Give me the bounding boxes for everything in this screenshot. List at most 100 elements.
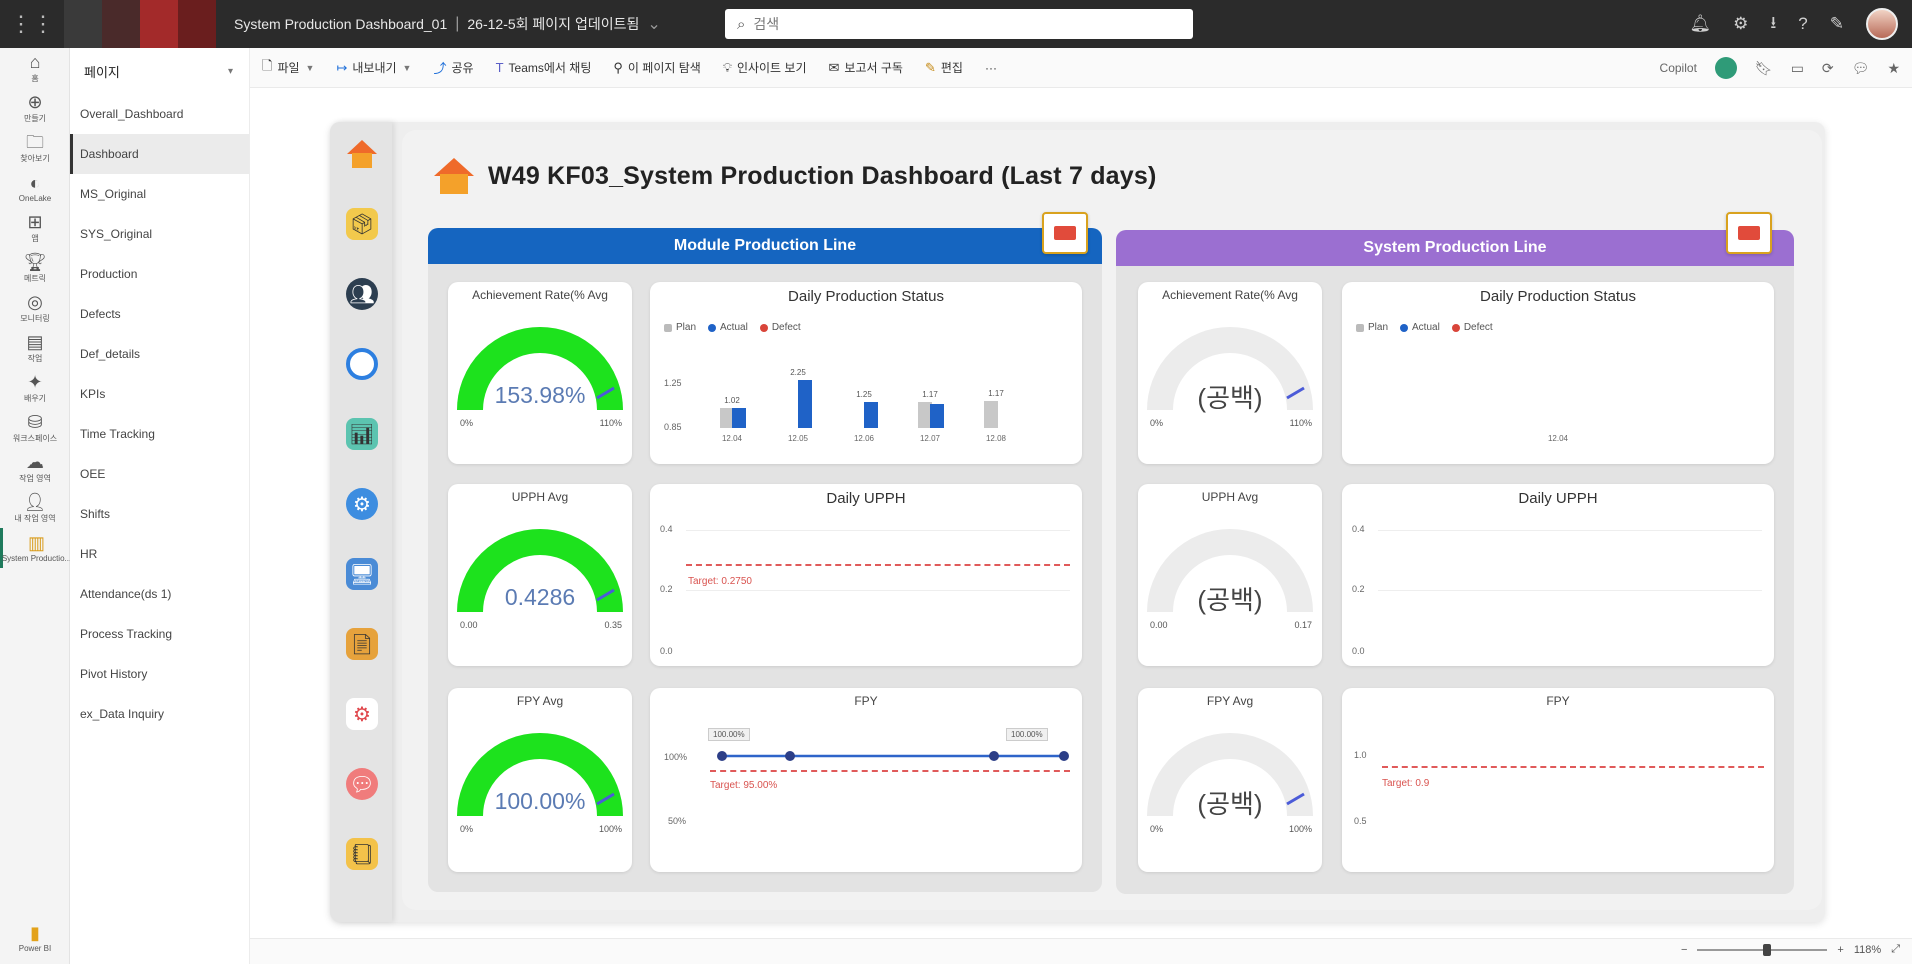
subscribe-button[interactable]: ✉ 보고서 구독 [829,59,903,76]
view-icon[interactable]: ▭ [1791,60,1804,77]
export-menu[interactable]: ↦ 내보내기 ▼ [336,59,411,76]
page-tab[interactable]: Defects [70,294,249,334]
module-calendar-icon[interactable] [1042,212,1088,254]
actual-bar[interactable] [732,408,746,428]
page-tab[interactable]: Production [70,254,249,294]
actual-bar[interactable] [798,379,812,428]
rail-item-home[interactable]: ⌂ 홈 [0,48,70,88]
edit-button[interactable]: ✎ 편집 [925,59,963,76]
page-tab[interactable]: Overall_Dashboard [70,94,249,134]
rail-item-monitor[interactable]: ◎ 모니터링 [0,288,70,328]
rail-item-learn[interactable]: ✦ 배우기 [0,368,70,408]
rail-item-workspace[interactable]: ⛁ 워크스페이스 [0,408,70,448]
home-nav-icon[interactable] [346,138,378,170]
bookmark-icon[interactable]: 🔖︎ [1755,60,1773,77]
page-tab[interactable]: Attendance(ds 1) [70,574,249,614]
module-daily-status-card[interactable]: Daily Production Status Plan Actual Defe… [650,282,1082,464]
page-tab[interactable]: SYS_Original [70,214,249,254]
tab-block[interactable] [64,0,102,48]
page-tab[interactable]: ex_Data Inquiry [70,694,249,734]
gear-nav-icon[interactable]: ⚙ [346,488,378,520]
report-title[interactable]: System Production Dashboard_01 [234,16,447,32]
chevron-down-icon: ▼ [402,62,412,73]
powerbi-switcher[interactable]: ▮ Power BI [0,918,70,958]
help-icon[interactable]: ? [1798,14,1807,34]
copilot-button[interactable]: Copilot [1660,61,1697,75]
tab-block[interactable] [178,0,216,48]
zoom-level[interactable]: 118% [1854,944,1881,956]
monitor-nav-icon[interactable]: 🖥︎ [346,558,378,590]
page-tab[interactable]: Time Tracking [70,414,249,454]
rail-item-onelake[interactable]: ◐ OneLake [0,168,70,208]
notifications-icon[interactable]: 🔔︎ [1689,14,1711,34]
update-crumb[interactable]: 26-12-5회 페이지 업데이트됨 [467,14,639,34]
rail-item-report[interactable]: ▥ System Productio... [0,528,71,568]
page-tab[interactable]: KPIs [70,374,249,414]
avatar[interactable] [1866,8,1898,40]
explore-page-button[interactable]: ⚲ 이 페이지 탐색 [613,59,700,76]
page-tab[interactable]: OEE [70,454,249,494]
system-calendar-icon[interactable] [1726,212,1772,254]
actual-bar[interactable] [930,403,944,428]
search-input[interactable]: ⌕ 검색 [725,9,1193,39]
zoom-slider[interactable] [1697,943,1828,956]
rail-item-apps[interactable]: ⊞ 앱 [0,208,70,248]
system-fpy-chart-card[interactable]: FPY 1.0 0.5 Target: 0.9 [1342,688,1774,872]
document-nav-icon[interactable]: 📄︎ [346,628,378,660]
settings-icon[interactable]: ⚙ [1733,14,1748,34]
zoom-out-icon[interactable]: − [1681,944,1687,956]
tab-block[interactable] [140,0,178,48]
rail-item-workspace-area[interactable]: ☁ 작업 영역 [0,448,70,488]
actual-bar[interactable] [864,401,878,428]
presence-indicator[interactable] [1714,57,1737,79]
rail-item-create[interactable]: ⊕ 만들기 [0,88,70,128]
rail-item-metrics[interactable]: 🏆︎ 메트릭 [0,248,70,288]
insights-button[interactable]: 💡︎ 인사이트 보기 [723,59,807,76]
rail-item-browse[interactable]: 🗀 찾아보기 [0,128,70,168]
people-nav-icon[interactable]: 👥︎ [346,278,378,310]
page-tab[interactable]: Shifts [70,494,249,534]
system-daily-uppm-card[interactable]: Daily UPPH 0.4 0.2 0.0 [1342,484,1774,666]
teams-chat-button[interactable]: T Teams에서 채팅 [496,59,592,76]
feedback-icon[interactable]: ✎ [1830,14,1844,34]
system-achievement-card[interactable]: Achievement Rate(% Avg (공백) 0% 110% [1138,282,1322,464]
page-tab[interactable]: HR [70,534,249,574]
collapse-pages-icon[interactable]: ▾ [228,66,233,77]
comment-icon[interactable]: 💬︎ [1852,60,1870,77]
system-fpy-card[interactable]: FPY Avg (공백) 0% 100% [1138,688,1322,872]
rail-item-my-workspace[interactable]: 👤︎ 내 작업 영역 [0,488,70,528]
fit-page-icon[interactable]: ⤢ [1891,943,1900,956]
chevron-down-icon[interactable]: ⌄ [647,14,660,34]
download-icon[interactable]: ⭳ [1770,10,1776,39]
favorite-icon[interactable]: ★ [1887,60,1900,77]
system-daily-status-card[interactable]: Daily Production Status Plan Actual Defe… [1342,282,1774,464]
rail-item-workspaces[interactable]: ▤ 작업 [0,328,70,368]
refresh-icon[interactable]: ⟳ [1822,60,1834,77]
plan-bar[interactable] [984,400,998,428]
more-options-button[interactable]: ··· [985,61,997,75]
page-tab[interactable]: Process Tracking [70,614,249,654]
module-achievement-card[interactable]: Achievement Rate(% Avg 153.98% 0% 110% [448,282,632,464]
shipping-nav-icon[interactable]: 📦︎ [346,208,378,240]
app-launcher-icon[interactable]: ⋮⋮ [0,0,64,48]
book-nav-icon[interactable]: 📒︎ [346,838,378,870]
file-menu[interactable]: 🗋︎ 파일 ▼ [262,57,314,79]
rail-item-label: OneLake [18,194,52,203]
tab-block[interactable] [102,0,140,48]
module-uppm-card[interactable]: UPPH Avg 0.4286 0.00 0.35 [448,484,632,666]
page-tab[interactable]: Def_details [70,334,249,374]
zoom-handle[interactable] [1763,943,1772,956]
module-fpy-chart-card[interactable]: FPY 100% 50% 100.00% 100.00% Target: 95.… [650,688,1082,872]
chat-nav-icon[interactable]: 💬︎ [346,768,378,800]
system-uppm-card[interactable]: UPPH Avg (공백) 0.00 0.17 [1138,484,1322,666]
process-nav-icon[interactable]: ⚙ [346,698,378,730]
chart-nav-icon[interactable]: 📊︎ [346,418,378,450]
page-tab[interactable]: MS_Original [70,174,249,214]
share-button[interactable]: ⤴ 공유 [433,58,473,77]
page-tab[interactable]: Pivot History [70,654,249,694]
target-nav-icon[interactable] [346,348,378,380]
module-fpy-card[interactable]: FPY Avg 100.00% 0% 100% [448,688,632,872]
zoom-in-icon[interactable]: + [1837,944,1843,956]
page-tab[interactable]: Dashboard [70,134,249,174]
module-daily-uppm-card[interactable]: Daily UPPH 0.4 0.2 0.0 Target: 0.2750 [650,484,1082,666]
